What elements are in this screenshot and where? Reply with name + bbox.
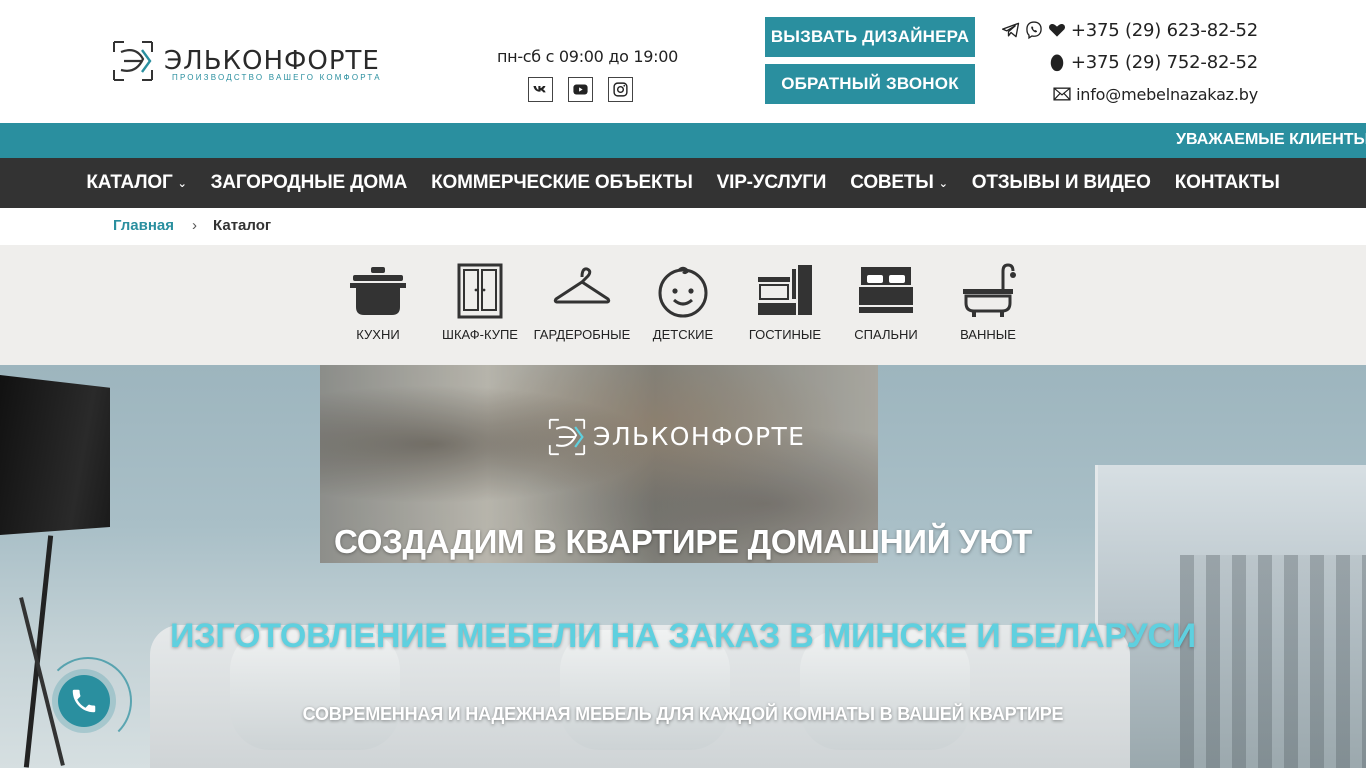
category-living-rooms[interactable]: ГОСТИНЫЕ bbox=[735, 263, 835, 342]
pot-icon bbox=[350, 267, 406, 315]
nav-label: КАТАЛОГ bbox=[86, 172, 173, 193]
nav-item-country-houses[interactable]: ЗАГОРОДНЫЕ ДОМА bbox=[199, 172, 420, 194]
hero-description: СОВРЕМЕННАЯ И НАДЕЖНАЯ МЕБЕЛЬ ДЛЯ КАЖДОЙ… bbox=[302, 704, 1064, 724]
logo-mark-icon bbox=[113, 41, 153, 81]
nav-label: ОТЗЫВЫ И ВИДЕО bbox=[971, 172, 1151, 193]
category-label: ГОСТИНЫЕ bbox=[748, 327, 822, 342]
category-kids[interactable]: ДЕТСКИЕ bbox=[633, 263, 733, 342]
category-bathrooms[interactable]: ВАННЫЕ bbox=[938, 263, 1038, 342]
life-operator-icon[interactable] bbox=[1047, 52, 1067, 72]
nav-item-contacts[interactable]: КОНТАКТЫ bbox=[1163, 172, 1292, 194]
wardrobe-icon bbox=[457, 263, 503, 319]
site-logo[interactable]: ЭЛЬКОНФОРТЕ ПРОИЗВОДСТВО ВАШЕГО КОМФОРТА bbox=[112, 40, 382, 86]
logo-name: ЭЛЬКОНФОРТЕ bbox=[164, 46, 380, 76]
floating-call-button[interactable] bbox=[58, 675, 110, 727]
hero-background-city bbox=[1180, 555, 1366, 768]
contact-block: +375 (29) 623-82-52 +375 (29) 752-82-52 … bbox=[998, 14, 1258, 110]
bed-icon bbox=[859, 267, 913, 313]
nav-item-reviews[interactable]: ОТЗЫВЫ И ВИДЕО bbox=[960, 172, 1163, 194]
call-designer-button[interactable]: ВЫЗВАТЬ ДИЗАЙНЕРА bbox=[765, 17, 975, 57]
bathtub-icon bbox=[963, 263, 1016, 317]
category-label: ГАРДЕРОБНЫЕ bbox=[533, 327, 631, 342]
nav-item-vip[interactable]: VIP-УСЛУГИ bbox=[705, 172, 839, 194]
vk-icon[interactable] bbox=[528, 77, 553, 102]
vodafone-mts-icon[interactable] bbox=[1047, 20, 1067, 40]
viber-icon[interactable] bbox=[1024, 20, 1044, 40]
announcement-ticker: УВАЖАЕМЫЕ КЛИЕНТЫ bbox=[0, 123, 1366, 158]
logo-mark-icon bbox=[548, 418, 586, 456]
category-label: ВАННЫЕ bbox=[960, 327, 1016, 342]
phone-row-2: +375 (29) 752-82-52 bbox=[998, 46, 1258, 78]
social-links bbox=[528, 77, 633, 102]
hero-subtitle: ИЗГОТОВЛЕНИЕ МЕБЕЛИ НА ЗАКАЗ В МИНСКЕ И … bbox=[170, 617, 1196, 655]
callback-button[interactable]: ОБРАТНЫЙ ЗВОНОК bbox=[765, 64, 975, 104]
category-label: КУХНИ bbox=[356, 327, 400, 342]
phone-number-2[interactable]: +375 (29) 752-82-52 bbox=[1071, 52, 1258, 73]
hero-banner: ЭЛЬКОНФОРТЕ СОЗДАДИМ В КВАРТИРЕ ДОМАШНИЙ… bbox=[0, 365, 1366, 768]
category-bedrooms[interactable]: СПАЛЬНИ bbox=[836, 263, 936, 342]
chevron-down-icon: ⌄ bbox=[938, 177, 948, 190]
breadcrumb: Главная › Каталог bbox=[113, 217, 271, 234]
category-wardrobes[interactable]: ШКАФ-КУПЕ bbox=[430, 263, 530, 342]
envelope-icon bbox=[1053, 87, 1071, 101]
tv-wall-icon bbox=[758, 265, 812, 315]
nav-item-catalog[interactable]: КАТАЛОГ ⌄ bbox=[74, 172, 198, 194]
nav-label: ЗАГОРОДНЫЕ ДОМА bbox=[210, 172, 408, 193]
telegram-icon[interactable] bbox=[1001, 20, 1021, 40]
hanger-icon bbox=[553, 267, 611, 304]
phone-number-1[interactable]: +375 (29) 623-82-52 bbox=[1071, 20, 1258, 41]
nav-item-commercial[interactable]: КОММЕРЧЕСКИЕ ОБЪЕКТЫ bbox=[419, 172, 705, 194]
hero-logo: ЭЛЬКОНФОРТЕ bbox=[548, 417, 828, 459]
ticker-text: УВАЖАЕМЫЕ КЛИЕНТЫ bbox=[1176, 131, 1366, 148]
hero-logo-name: ЭЛЬКОНФОРТЕ bbox=[593, 422, 806, 451]
phone-icon bbox=[72, 689, 96, 713]
email-row: info@mebelnazakaz.by bbox=[998, 78, 1258, 110]
nav-label: СОВЕТЫ bbox=[850, 172, 934, 193]
category-label: ШКАФ-КУПЕ bbox=[442, 327, 518, 342]
hero-floor-lamp bbox=[0, 375, 110, 535]
chevron-down-icon: ⌄ bbox=[177, 177, 187, 190]
chevron-right-icon: › bbox=[192, 217, 198, 234]
baby-face-icon bbox=[658, 266, 708, 318]
category-dressing-rooms[interactable]: ГАРДЕРОБНЫЕ bbox=[532, 263, 632, 342]
nav-item-tips[interactable]: СОВЕТЫ ⌄ bbox=[838, 172, 959, 194]
logo-tagline: ПРОИЗВОДСТВО ВАШЕГО КОМФОРТА bbox=[172, 73, 382, 82]
breadcrumb-home[interactable]: Главная bbox=[113, 217, 174, 234]
category-kitchens[interactable]: КУХНИ bbox=[328, 263, 428, 342]
nav-label: VIP-УСЛУГИ bbox=[716, 172, 827, 193]
youtube-icon[interactable] bbox=[568, 77, 593, 102]
category-bar: КУХНИ ШКАФ-КУПЕ ГАРДЕРОБНЫЕ ДЕТСКИЕ ГОСТ… bbox=[0, 245, 1366, 365]
phone-row-1: +375 (29) 623-82-52 bbox=[998, 14, 1258, 46]
category-label: ДЕТСКИЕ bbox=[652, 327, 714, 342]
hero-title: СОЗДАДИМ В КВАРТИРЕ ДОМАШНИЙ УЮТ bbox=[334, 523, 1032, 560]
email-link[interactable]: info@mebelnazakaz.by bbox=[1076, 85, 1258, 104]
breadcrumb-current: Каталог bbox=[213, 217, 272, 234]
category-label: СПАЛЬНИ bbox=[854, 327, 918, 342]
main-nav: КАТАЛОГ ⌄ ЗАГОРОДНЫЕ ДОМА КОММЕРЧЕСКИЕ ОБ… bbox=[0, 158, 1366, 208]
nav-label: КОНТАКТЫ bbox=[1174, 172, 1280, 193]
site-header: ЭЛЬКОНФОРТЕ ПРОИЗВОДСТВО ВАШЕГО КОМФОРТА… bbox=[0, 0, 1366, 123]
nav-label: КОММЕРЧЕСКИЕ ОБЪЕКТЫ bbox=[431, 172, 693, 193]
instagram-icon[interactable] bbox=[608, 77, 633, 102]
working-hours: пн-сб с 09:00 до 19:00 bbox=[497, 47, 678, 66]
